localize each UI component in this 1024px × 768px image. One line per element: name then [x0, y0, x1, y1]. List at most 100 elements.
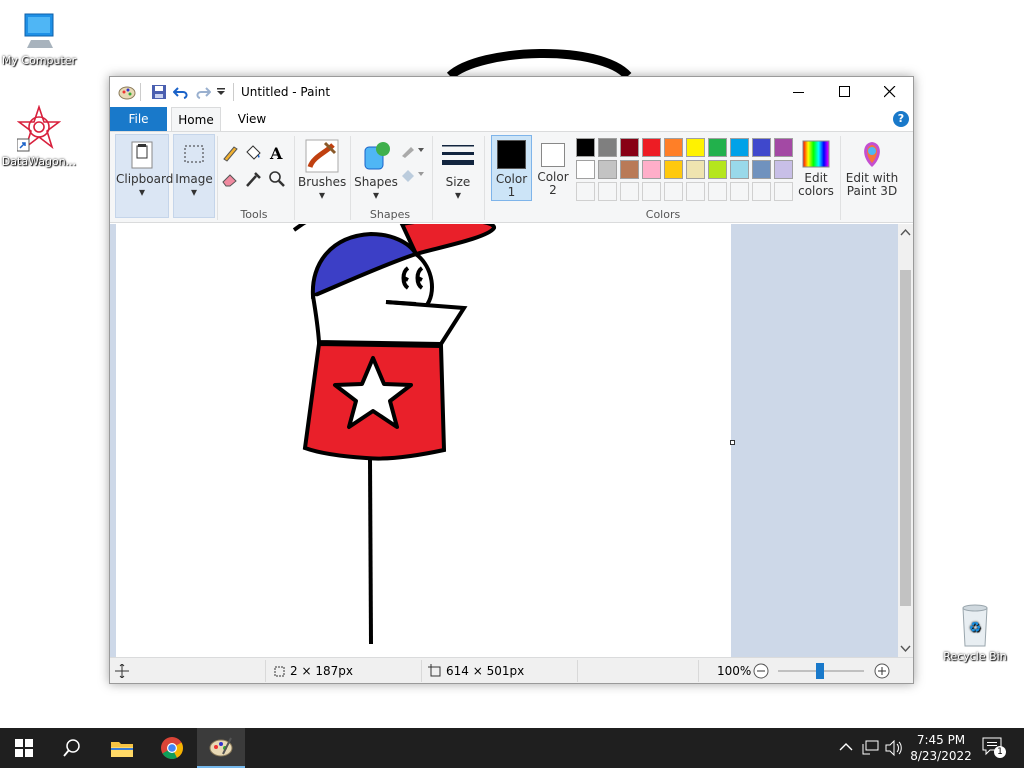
undo-icon[interactable] — [173, 84, 189, 100]
notification-center-button[interactable]: 1 — [982, 736, 1006, 760]
edit-colors-button[interactable]: Edit colors — [796, 134, 836, 202]
chevron-down-icon: ▾ — [454, 188, 462, 202]
palette-color-swatch[interactable] — [664, 138, 683, 157]
palette-color-swatch[interactable] — [664, 160, 683, 179]
color2-num: 2 — [549, 183, 557, 197]
palette-color-swatch[interactable] — [774, 138, 793, 157]
start-button[interactable] — [0, 728, 48, 768]
palette-color-swatch[interactable] — [642, 160, 661, 179]
minimize-button[interactable] — [776, 77, 822, 107]
scroll-down-icon[interactable] — [900, 645, 911, 653]
palette-custom-slot[interactable] — [686, 182, 705, 201]
palette-color-swatch[interactable] — [730, 160, 749, 179]
palette-custom-slot[interactable] — [576, 182, 595, 201]
palette-color-swatch[interactable] — [620, 160, 639, 179]
title-bar[interactable]: Untitled - Paint — [110, 77, 913, 107]
image-button[interactable]: Image ▾ — [173, 134, 215, 218]
desktop-icon-recycle-bin[interactable]: ♻ Recycle Bin — [937, 602, 1013, 663]
clock-date: 8/23/2022 — [910, 749, 972, 763]
chevron-down-icon: ▾ — [190, 185, 198, 199]
fill-bucket-icon[interactable] — [244, 144, 262, 162]
text-icon[interactable]: A — [268, 144, 286, 162]
tools-group-label: Tools — [240, 208, 268, 221]
scroll-up-icon[interactable] — [900, 228, 911, 236]
taskbar-clock[interactable]: 7:45 PM 8/23/2022 — [906, 732, 976, 764]
ribbon-tab-bar: File Home View ? — [110, 107, 913, 131]
volume-icon[interactable] — [885, 740, 903, 756]
palette-color-swatch[interactable] — [774, 160, 793, 179]
clipboard-icon — [131, 141, 153, 169]
palette-color-swatch[interactable] — [598, 160, 617, 179]
palette-color-swatch[interactable] — [620, 138, 639, 157]
network-icon[interactable] — [862, 740, 880, 756]
palette-custom-slot[interactable] — [620, 182, 639, 201]
file-explorer-button[interactable] — [98, 728, 146, 768]
palette-custom-slot[interactable] — [708, 182, 727, 201]
palette-color-swatch[interactable] — [730, 138, 749, 157]
clock-time: 7:45 PM — [916, 733, 966, 747]
vertical-scrollbar[interactable] — [898, 224, 913, 657]
drawing-canvas[interactable] — [116, 224, 731, 657]
zoom-slider-thumb[interactable] — [816, 663, 824, 679]
edit-with-paint3d-button[interactable]: Edit with Paint 3D — [844, 134, 900, 202]
palette-color-swatch[interactable] — [598, 138, 617, 157]
palette-color-swatch[interactable] — [752, 160, 771, 179]
eraser-icon[interactable] — [221, 170, 239, 188]
save-icon[interactable] — [151, 84, 167, 100]
pencil-icon[interactable] — [221, 144, 239, 162]
shapes-button[interactable]: Shapes ▾ — [354, 134, 398, 206]
desktop-icon-datawagon[interactable]: DataWagon... — [1, 105, 77, 168]
redo-icon[interactable] — [195, 84, 211, 100]
palette-custom-slot[interactable] — [664, 182, 683, 201]
fill-icon[interactable] — [399, 166, 425, 184]
cursor-position-icon — [115, 664, 129, 678]
search-button[interactable] — [48, 728, 96, 768]
magnifier-icon[interactable] — [268, 170, 286, 188]
chrome-button[interactable] — [148, 728, 196, 768]
tab-file[interactable]: File — [110, 107, 167, 131]
scrollbar-thumb[interactable] — [900, 270, 911, 606]
shapes-icon — [364, 142, 390, 170]
paint-taskbar-button[interactable] — [197, 728, 245, 768]
desktop-icon-label: DataWagon... — [1, 155, 77, 168]
canvas-resize-handle[interactable] — [730, 440, 735, 445]
palette-custom-slot[interactable] — [774, 182, 793, 201]
clipboard-button[interactable]: Clipboard ▾ — [115, 134, 173, 218]
desktop-icon-my-computer[interactable]: My Computer — [1, 10, 77, 67]
line-size-icon — [442, 145, 474, 165]
size-button[interactable]: Size ▾ — [438, 134, 478, 206]
palette-color-swatch[interactable] — [576, 138, 595, 157]
tab-home[interactable]: Home — [171, 107, 221, 131]
paint-app-icon[interactable] — [118, 84, 136, 100]
palette-color-swatch[interactable] — [686, 138, 705, 157]
palette-color-swatch[interactable] — [642, 138, 661, 157]
zoom-out-icon[interactable] — [753, 663, 769, 679]
notification-count-badge: 1 — [994, 746, 1006, 758]
palette-color-swatch[interactable] — [708, 138, 727, 157]
taskbar: 7:45 PM 8/23/2022 1 — [0, 728, 1024, 768]
palette-custom-slot[interactable] — [730, 182, 749, 201]
palette-color-swatch[interactable] — [752, 138, 771, 157]
customize-dropdown-icon[interactable] — [216, 88, 226, 96]
palette-color-swatch[interactable] — [576, 160, 595, 179]
color1-button[interactable]: Color 1 — [491, 135, 532, 201]
close-button[interactable] — [867, 77, 913, 107]
palette-color-swatch[interactable] — [686, 160, 705, 179]
palette-custom-slot[interactable] — [598, 182, 617, 201]
palette-color-swatch[interactable] — [708, 160, 727, 179]
zoom-in-icon[interactable] — [874, 663, 890, 679]
show-hidden-icons-icon[interactable] — [839, 742, 853, 752]
canvas-viewport[interactable] — [110, 224, 901, 657]
help-icon[interactable]: ? — [893, 111, 909, 127]
brushes-button[interactable]: Brushes ▾ — [298, 134, 346, 206]
maximize-button[interactable] — [822, 77, 868, 107]
tab-view[interactable]: View — [228, 107, 276, 131]
brush-icon — [305, 139, 339, 173]
palette-custom-slot[interactable] — [642, 182, 661, 201]
palette-custom-slot[interactable] — [752, 182, 771, 201]
color-picker-icon[interactable] — [244, 170, 262, 188]
color2-button[interactable]: Color 2 — [535, 135, 571, 201]
paint-window: Untitled - Paint File Home View ? Clipbo… — [109, 76, 914, 684]
canvas-size-text: 614 × 501px — [446, 664, 525, 678]
outline-icon[interactable] — [399, 142, 425, 160]
